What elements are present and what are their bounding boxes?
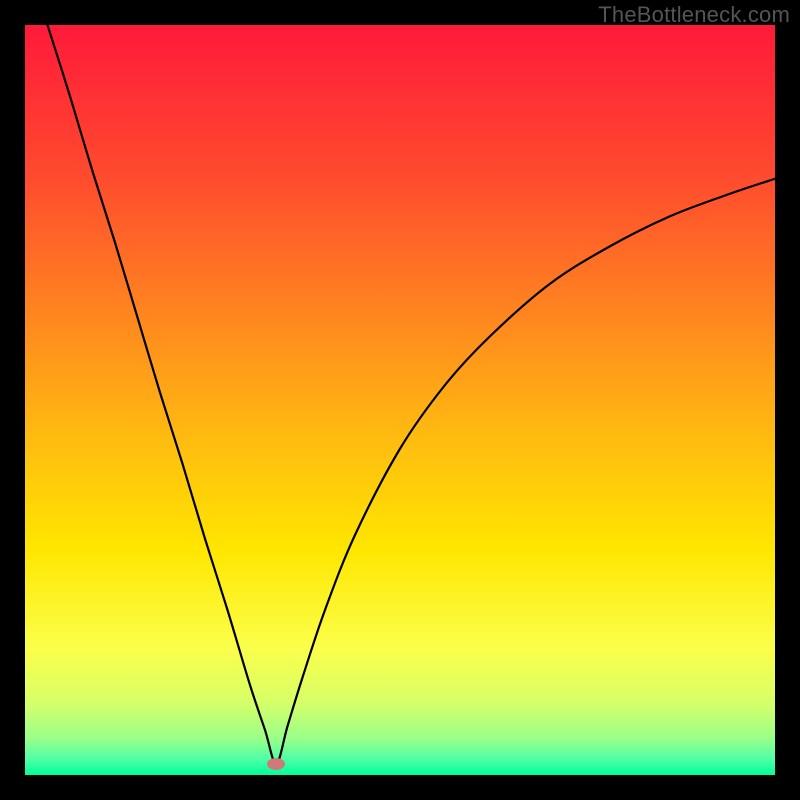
minimum-marker — [267, 758, 285, 770]
curve-line — [25, 25, 775, 775]
plot-area — [25, 25, 775, 775]
chart-frame: TheBottleneck.com — [0, 0, 800, 800]
watermark-text: TheBottleneck.com — [598, 2, 790, 28]
